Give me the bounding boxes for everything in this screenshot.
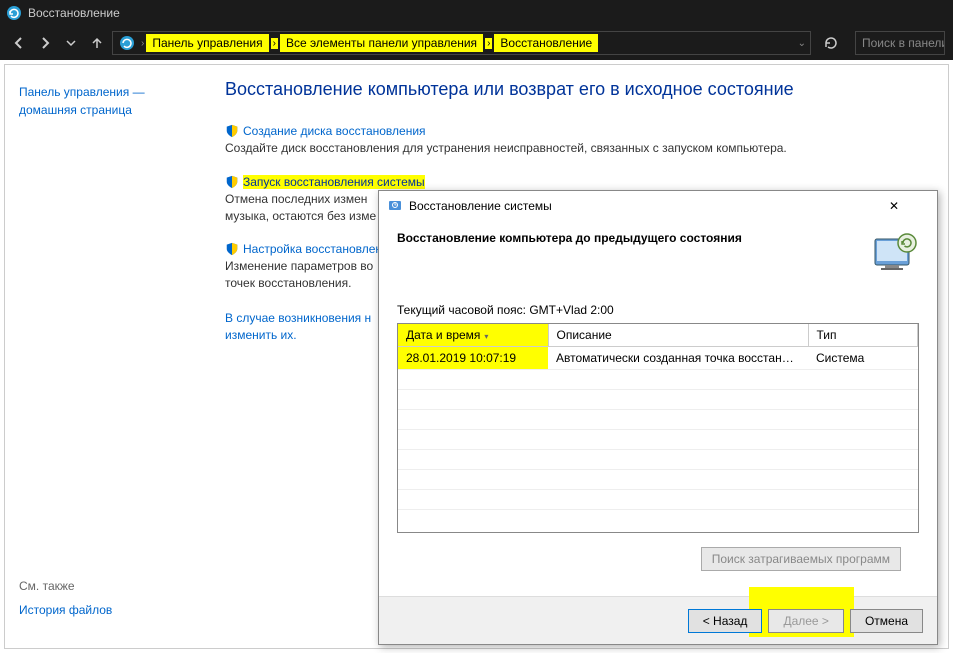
empty-row <box>398 430 918 450</box>
breadcrumb-item[interactable]: Все элементы панели управления <box>280 34 483 52</box>
arrow-right-icon <box>38 36 52 50</box>
dialog-title: Восстановление системы <box>409 199 889 213</box>
breadcrumb-item[interactable]: Восстановление <box>494 34 598 52</box>
shield-icon <box>225 242 239 256</box>
start-system-restore-link[interactable]: Запуск восстановления системы <box>243 175 425 189</box>
dialog-body: Текущий часовой пояс: GMT+Vlad 2:00 Дата… <box>379 285 937 596</box>
breadcrumb: Панель управления › Все элементы панели … <box>146 34 598 52</box>
dialog-header-text: Восстановление компьютера до предыдущего… <box>397 229 859 245</box>
system-restore-dialog: Восстановление системы ✕ Восстановление … <box>378 190 938 645</box>
window-title: Восстановление <box>28 6 120 20</box>
dialog-titlebar: Восстановление системы ✕ <box>379 191 937 221</box>
back-button[interactable]: < Назад <box>688 609 763 633</box>
dialog-close-button[interactable]: ✕ <box>889 192 929 220</box>
item-description: Создайте диск восстановления для устране… <box>225 140 928 157</box>
window-titlebar: Восстановление <box>0 0 953 26</box>
chevron-right-icon: › <box>139 38 146 49</box>
create-recovery-disk-link[interactable]: Создание диска восстановления <box>243 124 426 138</box>
recovery-icon <box>6 5 22 21</box>
empty-row <box>398 490 918 510</box>
timezone-label: Текущий часовой пояс: GMT+Vlad 2:00 <box>397 303 919 317</box>
empty-row <box>398 410 918 430</box>
restore-large-icon <box>871 229 919 277</box>
column-type[interactable]: Тип <box>808 324 918 347</box>
cancel-button[interactable]: Отмена <box>850 609 923 633</box>
sidebar-home-line2: домашняя страница <box>19 103 132 117</box>
column-datetime[interactable]: Дата и время▾ <box>398 324 548 347</box>
cell-datetime: 28.01.2019 10:07:19 <box>398 347 548 370</box>
cell-type: Система <box>808 347 918 370</box>
refresh-icon <box>824 36 838 50</box>
empty-row <box>398 370 918 390</box>
search-placeholder: Поиск в панели <box>862 36 945 50</box>
close-icon: ✕ <box>889 199 929 213</box>
search-input[interactable]: Поиск в панели <box>855 31 945 55</box>
empty-row <box>398 390 918 410</box>
chevron-right-icon: › <box>485 38 492 49</box>
shield-icon <box>225 124 239 138</box>
breadcrumb-bar[interactable]: › Панель управления › Все элементы панел… <box>112 31 811 55</box>
configure-restore-link[interactable]: Настройка восстановления <box>243 242 395 256</box>
chevron-down-icon[interactable]: ⌄ <box>796 38 808 49</box>
dialog-footer: < Назад Далее > Отмена <box>379 596 937 644</box>
sidebar-history-link[interactable]: История файлов <box>19 601 191 619</box>
shield-icon <box>225 175 239 189</box>
sidebar: Панель управления — домашняя страница См… <box>5 65 205 648</box>
empty-row <box>398 450 918 470</box>
sidebar-home-link[interactable]: Панель управления — домашняя страница <box>19 83 191 119</box>
dialog-header: Восстановление компьютера до предыдущего… <box>379 221 937 285</box>
nav-back-button[interactable] <box>8 31 30 55</box>
navbar: › Панель управления › Все элементы панел… <box>0 26 953 60</box>
empty-row <box>398 470 918 490</box>
column-description[interactable]: Описание <box>548 324 808 347</box>
nav-recent-button[interactable] <box>60 31 82 55</box>
recovery-item: Создание диска восстановления Создайте д… <box>225 124 928 157</box>
sidebar-home-line1: Панель управления — <box>19 85 145 99</box>
restore-icon <box>387 198 403 214</box>
restore-point-row[interactable]: 28.01.2019 10:07:19 Автоматически создан… <box>398 347 918 370</box>
page-heading: Восстановление компьютера или возврат ег… <box>225 79 928 100</box>
next-button[interactable]: Далее > <box>768 609 844 633</box>
chevron-down-icon <box>66 38 76 48</box>
search-affected-programs-button[interactable]: Поиск затрагиваемых программ <box>701 547 901 571</box>
cell-description: Автоматически созданная точка восстановл… <box>548 347 808 370</box>
sort-desc-icon: ▾ <box>484 332 488 341</box>
chevron-right-icon: › <box>271 38 278 49</box>
arrow-left-icon <box>12 36 26 50</box>
refresh-button[interactable] <box>819 31 843 55</box>
restore-points-table: Дата и время▾ Описание Тип 28.01.2019 10… <box>397 323 919 533</box>
recovery-icon <box>119 35 135 51</box>
nav-forward-button[interactable] <box>34 31 56 55</box>
sidebar-see-also-label: См. также <box>19 579 191 593</box>
breadcrumb-item[interactable]: Панель управления <box>146 34 268 52</box>
nav-up-button[interactable] <box>86 31 108 55</box>
arrow-up-icon <box>90 36 104 50</box>
